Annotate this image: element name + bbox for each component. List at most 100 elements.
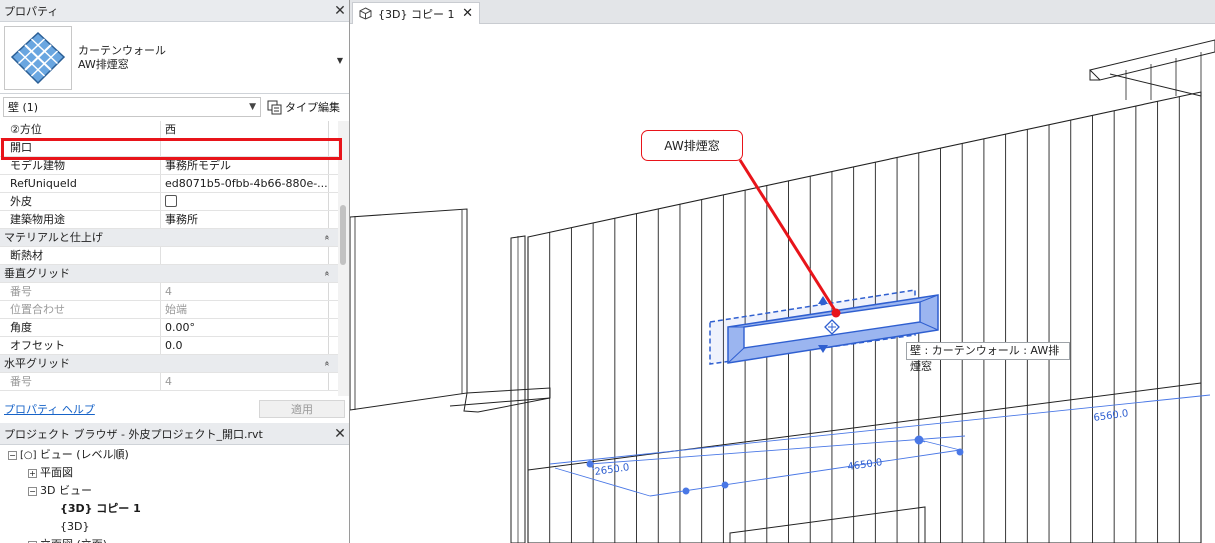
group-label: 水平グリッド	[4, 357, 70, 370]
property-value[interactable]	[161, 247, 328, 264]
type-dropdown-arrow-icon[interactable]: ▼	[337, 56, 343, 65]
properties-close-button[interactable]: ✕	[331, 3, 349, 19]
property-value[interactable]: 0.0	[161, 337, 328, 354]
property-value[interactable]: 西	[161, 121, 328, 138]
collapse-icon[interactable]: −	[28, 486, 37, 496]
tree-item[interactable]: + 平面図	[0, 464, 349, 482]
collapse-icon[interactable]: »	[320, 228, 337, 248]
property-scroll-gutter	[328, 247, 338, 264]
project-browser-header: プロジェクト ブラウザ - 外皮プロジェクト_開口.rvt ✕	[0, 423, 349, 445]
property-scroll-gutter	[328, 193, 338, 210]
collapse-icon[interactable]: −	[8, 450, 17, 460]
property-row[interactable]: RefUniqueId ed8071b5-0fbb-4b66-880e-...	[0, 175, 338, 193]
property-scroll-gutter	[328, 337, 338, 354]
tree-item-label: 平面図	[40, 466, 73, 479]
edit-type-icon	[267, 100, 282, 114]
tree-item[interactable]: {3D}	[0, 518, 349, 536]
chevron-down-icon: ▼	[249, 102, 256, 112]
view-area: {3D} コピー 1 ✕ 2650.0 4650.0 6560.0 AW排煙窓 …	[350, 0, 1215, 543]
tree-item[interactable]: {3D} コピー 1	[0, 500, 349, 518]
dimension-label: 6560.0	[1093, 408, 1129, 424]
type-family-label: カーテンウォール	[78, 44, 166, 57]
edit-type-label: タイプ編集	[285, 101, 340, 114]
views-icon: [○]	[20, 450, 40, 461]
property-value[interactable]: 事務所	[161, 211, 328, 228]
expand-icon[interactable]: +	[28, 468, 37, 478]
property-row[interactable]: 建築物用途 事務所	[0, 211, 338, 229]
instance-filter-select[interactable]: 壁 (1) ▼	[3, 97, 261, 117]
property-scroll-gutter	[328, 373, 338, 390]
type-name-label: AW排煙窓	[78, 58, 129, 71]
property-scroll-gutter	[328, 175, 338, 192]
project-browser-tree: − [○] ビュー (レベル順) + 平面図 −3D ビュー {3D} コピー 1 {3D}…	[0, 446, 349, 543]
property-value[interactable]: ed8071b5-0fbb-4b66-880e-...	[161, 175, 328, 192]
tree-item[interactable]: − [○] ビュー (レベル順)	[0, 446, 349, 464]
property-row[interactable]: 番号 4	[0, 283, 338, 301]
property-row[interactable]: ②方位西	[0, 121, 338, 139]
properties-title: プロパティ	[4, 4, 59, 18]
properties-scrollbar[interactable]	[338, 121, 349, 396]
element-tooltip: 壁 : カーテンウォール : AW排煙窓	[906, 342, 1070, 373]
property-value[interactable]: 4	[161, 373, 328, 390]
properties-grid: ②方位西開口 モデル建物 事務所モデル RefUniqueId ed8071b5-0fb…	[0, 121, 338, 396]
property-group-header[interactable]: マテリアルと仕上げ »	[0, 229, 338, 247]
property-scroll-gutter	[328, 211, 338, 228]
property-scroll-gutter	[328, 283, 338, 300]
dimension-label: 2650.0	[594, 462, 630, 478]
type-name-block: カーテンウォール AW排煙窓	[78, 44, 166, 72]
property-name: 番号	[0, 373, 161, 390]
left-wall-mullions	[354, 210, 463, 410]
property-name: 断熱材	[0, 247, 161, 264]
edit-type-button[interactable]: タイプ編集	[267, 99, 340, 115]
group-label: マテリアルと仕上げ	[4, 231, 103, 244]
revit-window: プロパティ ✕ カーテンウォール AW排煙窓 ▼ 壁 (1) ▼ タイプ編集 ②…	[0, 0, 1215, 543]
property-checkbox-cell[interactable]	[161, 193, 328, 210]
property-name: RefUniqueId	[0, 175, 161, 192]
highlight-annotation-box	[1, 138, 342, 160]
curtain-wall-thumbnail-icon	[4, 26, 72, 90]
view-tabbar: {3D} コピー 1 ✕	[350, 0, 1215, 24]
property-group-header[interactable]: 水平グリッド »	[0, 355, 338, 373]
property-value[interactable]: 0.00°	[161, 319, 328, 336]
checkbox[interactable]	[165, 195, 177, 207]
property-scroll-gutter	[328, 121, 338, 138]
tab-3d-copy-1[interactable]: {3D} コピー 1 ✕	[352, 2, 480, 24]
property-row[interactable]: 番号 4	[0, 373, 338, 391]
property-row[interactable]: 角度 0.00°	[0, 319, 338, 337]
properties-footer: プロパティ ヘルプ 適用	[0, 397, 349, 421]
instance-row: 壁 (1) ▼ タイプ編集	[0, 96, 349, 118]
tab-close-button[interactable]: ✕	[462, 6, 473, 21]
collapse-icon[interactable]: »	[320, 354, 337, 374]
left-dock: プロパティ ✕ カーテンウォール AW排煙窓 ▼ 壁 (1) ▼ タイプ編集 ②…	[0, 0, 350, 543]
property-group-header[interactable]: 垂直グリッド »	[0, 265, 338, 283]
selected-aw-window[interactable]	[709, 289, 939, 365]
property-name: 位置合わせ	[0, 301, 161, 318]
tree-item[interactable]: +立面図 (立面)	[0, 536, 349, 543]
property-value[interactable]: 4	[161, 283, 328, 300]
tree-item-label: {3D}	[60, 520, 90, 533]
collapse-icon[interactable]: »	[320, 264, 337, 284]
apply-button[interactable]: 適用	[259, 400, 345, 418]
properties-help-link[interactable]: プロパティ ヘルプ	[4, 401, 95, 417]
properties-header: プロパティ ✕	[0, 0, 349, 22]
3d-view-icon	[359, 7, 372, 20]
property-name: 外皮	[0, 193, 161, 210]
property-row[interactable]: オフセット 0.0	[0, 337, 338, 355]
property-row[interactable]: 位置合わせ 始端	[0, 301, 338, 319]
tree-item-label: 3D ビュー	[40, 484, 92, 497]
type-selector[interactable]: カーテンウォール AW排煙窓 ▼	[0, 23, 349, 94]
property-name: オフセット	[0, 337, 161, 354]
tree-item[interactable]: −3D ビュー	[0, 482, 349, 500]
property-scroll-gutter	[328, 319, 338, 336]
property-row[interactable]: 外皮	[0, 193, 338, 211]
model-canvas[interactable]: 2650.0 4650.0 6560.0	[350, 24, 1215, 543]
property-name: 建築物用途	[0, 211, 161, 228]
tree-item-label: ビュー (レベル順)	[39, 448, 129, 461]
tree-item-label: 立面図 (立面)	[40, 538, 107, 543]
property-name: ②方位	[0, 121, 161, 138]
property-value[interactable]: 始端	[161, 301, 328, 318]
group-label: 垂直グリッド	[4, 267, 70, 280]
project-browser-close-button[interactable]: ✕	[331, 426, 349, 442]
property-row[interactable]: 断熱材	[0, 247, 338, 265]
property-name: 番号	[0, 283, 161, 300]
